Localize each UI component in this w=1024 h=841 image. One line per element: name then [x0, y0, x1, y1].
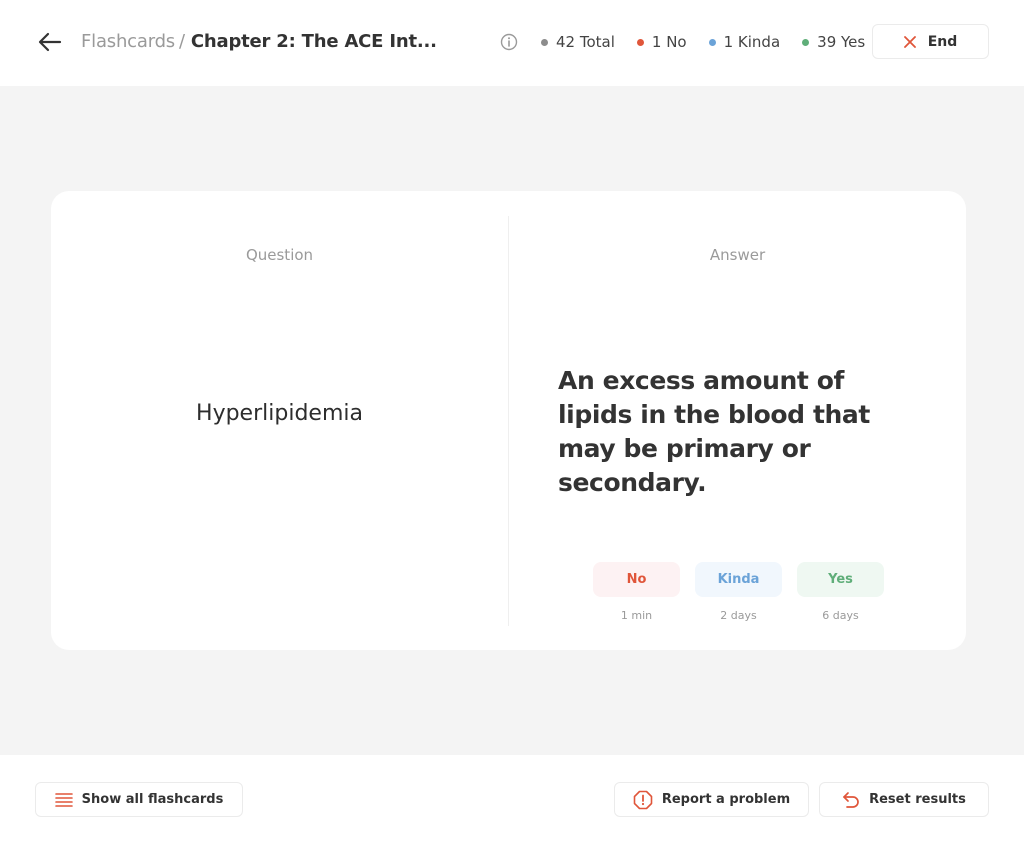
end-button-label: End	[927, 33, 958, 50]
rating-kinda-button[interactable]: Kinda	[695, 562, 782, 597]
stats-summary: 42 Total 1 No 1 Kinda 39 Yes	[541, 32, 865, 52]
alert-octagon-icon	[633, 790, 653, 809]
rating-group: No 1 min Kinda 2 days Yes 6 days	[593, 562, 884, 622]
end-button[interactable]: End	[872, 24, 989, 59]
show-all-flashcards-button[interactable]: Show all flashcards	[35, 782, 243, 817]
stat-no-label: 1 No	[651, 33, 687, 51]
stat-yes-label: 39 Yes	[817, 33, 866, 51]
reset-label: Reset results	[869, 792, 966, 807]
arrow-left-icon	[38, 32, 62, 52]
stat-total: 42 Total	[541, 32, 615, 52]
breadcrumb-separator: /	[179, 31, 185, 52]
breadcrumb: Flashcards / Chapter 2: The ACE Int...	[81, 29, 437, 55]
stat-kinda-dot	[708, 38, 716, 46]
top-bar: Flashcards / Chapter 2: The ACE Int... 42 …	[0, 0, 1024, 86]
stat-yes: 39 Yes	[802, 32, 865, 52]
back-button[interactable]	[36, 28, 64, 56]
info-icon[interactable]	[500, 33, 518, 51]
question-label: Question	[245, 246, 314, 264]
answer-label: Answer	[709, 246, 766, 264]
breadcrumb-current: Chapter 2: The ACE Int...	[190, 31, 437, 52]
answer-definition: An excess amount of lipids in the blood …	[558, 366, 870, 497]
report-problem-button[interactable]: Report a problem	[614, 782, 809, 817]
stat-total-dot	[541, 38, 548, 46]
stat-no: 1 No	[636, 32, 687, 52]
reset-results-button[interactable]: Reset results	[819, 782, 989, 817]
rating-yes-button[interactable]: Yes	[797, 562, 884, 597]
rating-yes-interval: 6 days	[822, 609, 859, 622]
stat-kinda-label: 1 Kinda	[723, 33, 781, 51]
bottom-bar: Show all flashcards Report a problem Res…	[0, 755, 1024, 841]
rating-no: No 1 min	[593, 562, 680, 622]
rating-kinda-interval: 2 days	[720, 609, 757, 622]
undo-icon	[843, 791, 859, 808]
close-icon	[903, 35, 916, 48]
question-term: Hyperlipidemia	[196, 401, 363, 426]
rating-no-button[interactable]: No	[593, 562, 680, 597]
stat-no-dot	[636, 38, 644, 46]
rating-no-interval: 1 min	[620, 609, 653, 622]
stat-kinda: 1 Kinda	[708, 32, 781, 52]
rating-yes: Yes 6 days	[797, 562, 884, 622]
report-label: Report a problem	[661, 792, 791, 807]
stat-yes-dot	[802, 38, 810, 46]
show-all-label: Show all flashcards	[81, 792, 224, 807]
breadcrumb-flashcards-link[interactable]: Flashcards	[81, 31, 175, 52]
card-divider	[508, 216, 509, 626]
rating-kinda: Kinda 2 days	[695, 562, 782, 622]
list-icon	[54, 792, 73, 807]
stat-total-label: 42 Total	[556, 33, 615, 51]
flashcard: Question Answer Hyperlipidemia An excess…	[51, 191, 966, 650]
